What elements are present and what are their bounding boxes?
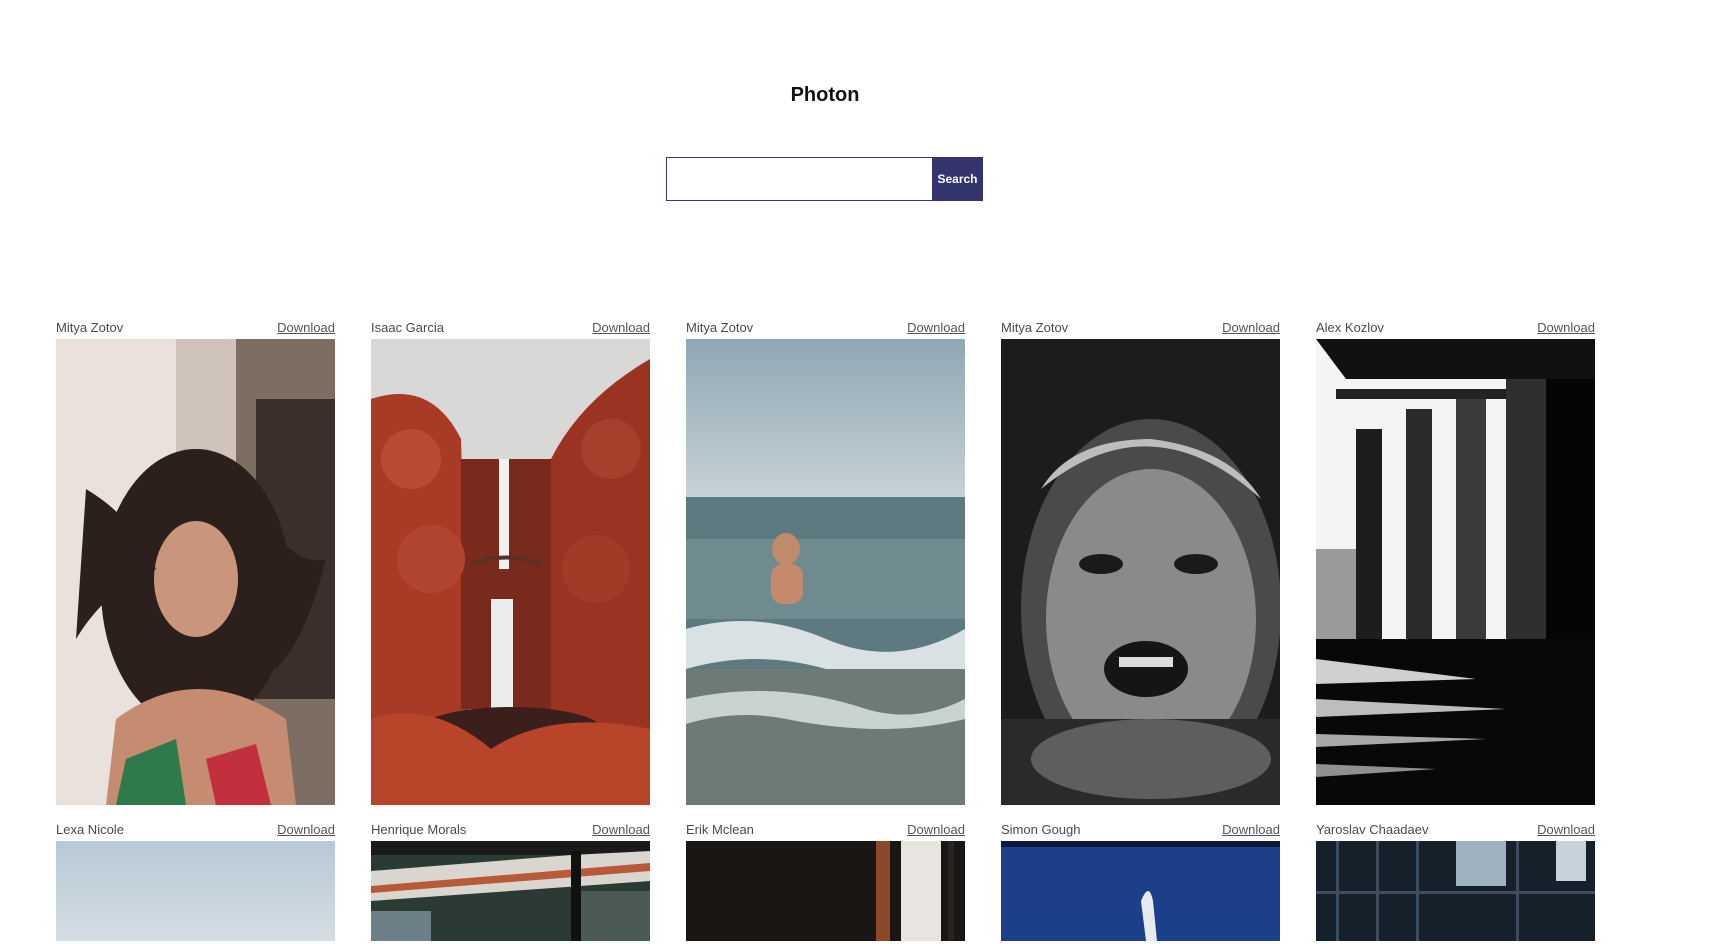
photo-image[interactable]	[56, 841, 335, 941]
angry-child-image	[1001, 339, 1280, 805]
download-link[interactable]: Download	[1537, 822, 1595, 837]
photo-author: Henrique Morals	[371, 821, 467, 837]
app-title: Photon	[790, 84, 860, 106]
photo-card-header: Isaac Garcia Download	[371, 317, 650, 337]
photo-image[interactable]	[1001, 841, 1280, 941]
photo-card: Mitya Zotov Download	[1001, 317, 1280, 805]
page: Photon Search Mitya Zotov Download Isaac…	[0, 0, 1726, 944]
photo-image[interactable]	[56, 339, 335, 805]
glass-building-image	[1316, 841, 1595, 941]
photo-image[interactable]	[371, 841, 650, 941]
photo-card-header: Simon Gough Download	[1001, 819, 1280, 839]
photo-image[interactable]	[1316, 339, 1595, 805]
photo-card-header: Henrique Morals Download	[371, 819, 650, 839]
columns-building-image	[1316, 339, 1595, 805]
photo-image[interactable]	[686, 339, 965, 805]
photo-card-header: Mitya Zotov Download	[686, 317, 965, 337]
search-input[interactable]	[666, 157, 932, 201]
search-form: Search	[666, 157, 983, 201]
storefront-image	[371, 841, 650, 941]
fountain-sky-image	[1001, 841, 1280, 941]
photo-card: Henrique Morals Download	[371, 819, 650, 941]
photo-author: Lexa Nicole	[56, 821, 124, 837]
photo-card-header: Mitya Zotov Download	[56, 317, 335, 337]
photo-author: Mitya Zotov	[56, 319, 124, 335]
photo-card: Mitya Zotov Download	[686, 317, 965, 805]
portrait-woman-image	[56, 339, 335, 805]
photo-grid: Mitya Zotov Download Isaac Garcia Downlo…	[56, 317, 1595, 941]
download-link[interactable]: Download	[277, 822, 335, 837]
photo-card-header: Erik Mclean Download	[686, 819, 965, 839]
search-button[interactable]: Search	[932, 157, 983, 201]
sky-image	[56, 841, 335, 941]
photo-image[interactable]	[371, 339, 650, 805]
photo-image[interactable]	[686, 841, 965, 941]
child-in-sea-image	[686, 339, 965, 805]
photo-card: Isaac Garcia Download	[371, 317, 650, 805]
photo-image[interactable]	[1001, 339, 1280, 805]
photo-author: Erik Mclean	[686, 821, 754, 837]
photo-author: Yaroslav Chaadaev	[1316, 821, 1429, 837]
download-link[interactable]: Download	[592, 822, 650, 837]
download-link[interactable]: Download	[277, 320, 335, 335]
waterfall-image	[371, 339, 650, 805]
download-link[interactable]: Download	[1537, 320, 1595, 335]
photo-card-header: Yaroslav Chaadaev Download	[1316, 819, 1595, 839]
photo-card-header: Alex Kozlov Download	[1316, 317, 1595, 337]
photo-image[interactable]	[1316, 841, 1595, 941]
photo-card: Alex Kozlov Download	[1316, 317, 1595, 805]
photo-author: Alex Kozlov	[1316, 319, 1384, 335]
dark-interior-image	[686, 841, 965, 941]
photo-card-header: Mitya Zotov Download	[1001, 317, 1280, 337]
photo-author: Isaac Garcia	[371, 319, 444, 335]
download-link[interactable]: Download	[1222, 320, 1280, 335]
download-link[interactable]: Download	[592, 320, 650, 335]
photo-card: Erik Mclean Download	[686, 819, 965, 941]
photo-card: Lexa Nicole Download	[56, 819, 335, 941]
photo-author: Mitya Zotov	[1001, 319, 1069, 335]
photo-card: Yaroslav Chaadaev Download	[1316, 819, 1595, 941]
photo-author: Simon Gough	[1001, 821, 1081, 837]
download-link[interactable]: Download	[907, 822, 965, 837]
photo-card: Simon Gough Download	[1001, 819, 1280, 941]
download-link[interactable]: Download	[1222, 822, 1280, 837]
photo-card-header: Lexa Nicole Download	[56, 819, 335, 839]
download-link[interactable]: Download	[907, 320, 965, 335]
photo-card: Mitya Zotov Download	[56, 317, 335, 805]
photo-author: Mitya Zotov	[686, 319, 754, 335]
